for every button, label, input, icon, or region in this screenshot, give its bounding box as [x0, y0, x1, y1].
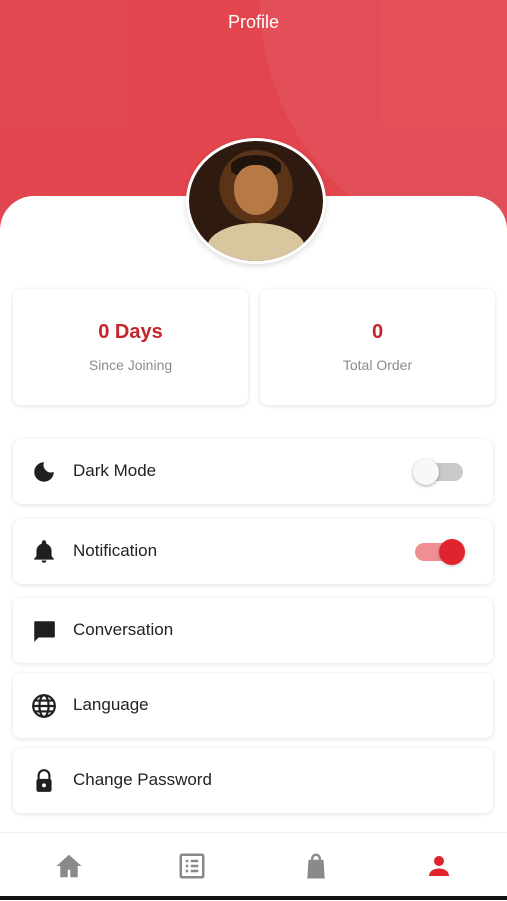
list-icon[interactable]	[177, 851, 207, 881]
avatar-shirt	[207, 223, 305, 261]
menu-notification[interactable]: Notification	[13, 519, 493, 584]
notification-toggle[interactable]	[415, 539, 465, 565]
bottom-edge-bar	[0, 896, 507, 900]
menu-conversation[interactable]: Conversation	[13, 598, 493, 663]
page-title: Profile	[227, 12, 280, 32]
menu-label: Notification	[73, 541, 158, 560]
bell-icon	[34, 540, 54, 563]
toggle-knob	[413, 459, 439, 485]
menu-label: Conversation	[73, 620, 174, 639]
menu-dark-mode[interactable]: Dark Mode	[13, 439, 493, 504]
stat-label: Since Joining	[88, 357, 173, 373]
profile-icon[interactable]	[424, 851, 454, 881]
menu-label: Change Password	[73, 770, 212, 789]
stats-section: 0 Days Since Joining 0 Total Order	[13, 289, 495, 405]
lock-icon	[36, 769, 52, 792]
toggle-knob	[439, 539, 465, 565]
globe-icon	[32, 694, 56, 718]
stat-card-since-joining: 0 Days Since Joining	[13, 289, 248, 405]
stat-value: 0 Days	[98, 321, 163, 343]
menu-label: Language	[73, 695, 149, 714]
bottom-navigation	[0, 832, 507, 901]
avatar[interactable]	[186, 138, 326, 264]
bag-icon[interactable]	[301, 851, 331, 881]
stat-value: 0	[371, 321, 384, 343]
avatar-face	[234, 165, 278, 215]
stat-label: Total Order	[342, 357, 413, 373]
home-icon[interactable]	[54, 851, 84, 881]
menu-change-password[interactable]: Change Password	[13, 748, 493, 813]
moon-icon	[34, 462, 54, 482]
chat-icon	[34, 621, 55, 642]
menu-language[interactable]: Language	[13, 673, 493, 738]
stat-card-total-order: 0 Total Order	[260, 289, 495, 405]
menu-label: Dark Mode	[73, 461, 157, 480]
dark-mode-toggle[interactable]	[413, 459, 463, 485]
